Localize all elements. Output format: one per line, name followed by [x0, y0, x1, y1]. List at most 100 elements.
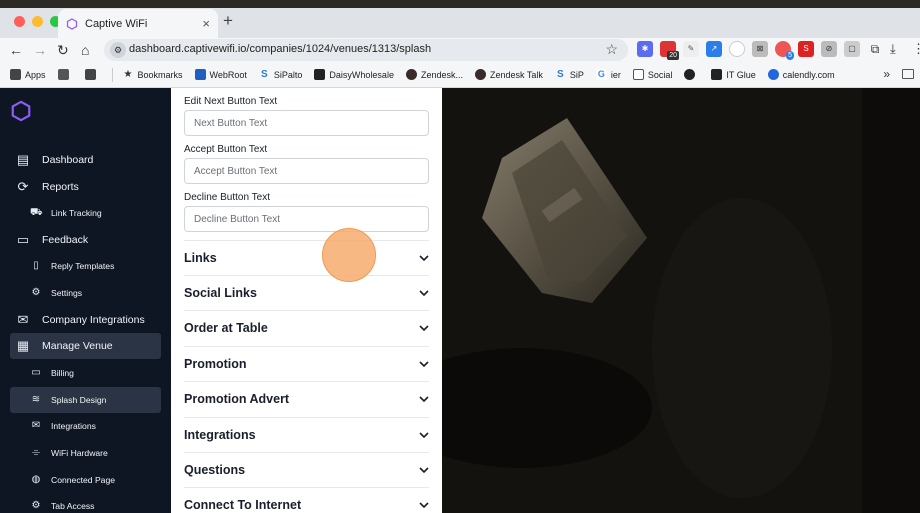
accordion-social-links[interactable]: Social Links: [184, 275, 429, 310]
sidebar-item-label: Billing: [51, 368, 74, 378]
bookmarks-overflow-icon[interactable]: »: [883, 67, 890, 81]
menu-more-icon[interactable]: ⋮: [912, 41, 920, 57]
new-tab-button[interactable]: +: [223, 12, 233, 29]
click-indicator: [322, 228, 376, 282]
bookmark-item[interactable]: [684, 69, 699, 80]
extensions-puzzle-icon[interactable]: ⧉: [867, 41, 883, 57]
extension-calendar-icon[interactable]: 20: [660, 41, 679, 60]
browser-toolbar: ← → ↻ ⌂ ⚙ dashboard.captivewifi.io/compa…: [0, 38, 920, 62]
field-label: Accept Button Text: [184, 144, 268, 155]
hexagon-logo-icon[interactable]: [10, 100, 32, 122]
sidebar-item-reports[interactable]: ⟳ Reports: [10, 174, 161, 200]
bookmark-item[interactable]: DaisyWholesale: [314, 69, 394, 80]
google-icon: G: [595, 69, 607, 80]
site-settings-icon[interactable]: ⚙: [110, 42, 126, 58]
sidebar-item-reply-templates[interactable]: ▯ Reply Templates: [10, 253, 161, 279]
sidebar-item-company-integrations[interactable]: ✉ Company Integrations: [10, 307, 161, 333]
sidebar-item-label: Splash Design: [51, 395, 107, 405]
bookmark-item[interactable]: WebRoot: [194, 69, 247, 80]
bookmark-item[interactable]: Zendesk Talk: [474, 69, 543, 80]
chevron-down-icon[interactable]: [419, 394, 429, 404]
sidebar-item-settings[interactable]: ⚙ Settings: [10, 280, 161, 306]
extension-red-icon[interactable]: 5: [775, 41, 794, 60]
bookmark-item[interactable]: IT Glue: [711, 69, 756, 80]
accordion-order-at-table[interactable]: Order at Table: [184, 310, 429, 345]
decline-button-text-input[interactable]: [184, 206, 429, 232]
chevron-down-icon[interactable]: [419, 323, 429, 333]
next-button-text-input[interactable]: [184, 110, 429, 136]
folder-icon: [632, 69, 644, 80]
back-arrow-icon[interactable]: ←: [9, 41, 23, 59]
sidebar-item-connected-page[interactable]: ◍ Connected Page: [10, 467, 161, 493]
square-icon: [57, 69, 69, 80]
bookmark-item[interactable]: S SiPalto: [259, 69, 302, 80]
accordion-promotion-advert[interactable]: Promotion Advert: [184, 381, 429, 416]
sidebar-item-billing[interactable]: ▭ Billing: [10, 360, 161, 386]
globe-icon: ◍: [31, 474, 41, 485]
extension-badge-2: 5: [786, 51, 794, 60]
sidebar-item-feedback[interactable]: ▭ Feedback: [10, 227, 161, 253]
tab-close-icon[interactable]: ×: [202, 16, 210, 31]
reload-icon[interactable]: ↻: [57, 41, 69, 59]
download-icon[interactable]: ⤓: [890, 41, 896, 57]
extension-s-icon[interactable]: S: [798, 41, 814, 57]
bookmark-item[interactable]: Zendesk...: [405, 69, 463, 80]
bookmark-item[interactable]: Apps: [10, 69, 46, 80]
accept-button-text-input[interactable]: [184, 158, 429, 184]
window-top-edge: [0, 0, 920, 8]
minimize-window-button[interactable]: [32, 16, 43, 27]
accordion-title: Connect To Internet: [184, 498, 302, 512]
extension-pen-icon[interactable]: ✎: [683, 41, 699, 57]
building-icon: ▦: [16, 338, 30, 353]
sidebar-item-label: Reply Templates: [51, 261, 115, 271]
accordion-connect-to-internet[interactable]: Connect To Internet: [184, 487, 429, 513]
address-url[interactable]: dashboard.captivewifi.io/companies/1024/…: [129, 43, 431, 55]
chevron-down-icon[interactable]: [419, 288, 429, 298]
extension-snowflake-icon[interactable]: ✱: [637, 41, 653, 57]
home-icon[interactable]: ⌂: [81, 41, 89, 59]
extensions-bar: ✱ 20 ✎ ↗ ⊠ 5 S ⊘ ▢ ⧉: [637, 41, 883, 60]
browser-tab-active[interactable]: Captive WiFi ×: [58, 9, 218, 38]
chevron-down-icon[interactable]: [419, 500, 429, 510]
bookmark-star-icon[interactable]: ☆: [605, 41, 618, 58]
wifi-icon: ≋: [31, 394, 41, 405]
bookmark-item[interactable]: calendly.com: [767, 69, 835, 80]
extension-box-icon[interactable]: ⊠: [752, 41, 768, 57]
sidebar-item-integrations[interactable]: ✉ Integrations: [10, 413, 161, 439]
sidebar-item-tab-access[interactable]: ⚙ Tab Access: [10, 493, 161, 513]
bookmark-item[interactable]: Social: [632, 69, 672, 80]
accordion-promotion[interactable]: Promotion: [184, 346, 429, 381]
extension-square-icon[interactable]: ▢: [844, 41, 860, 57]
sidebar-item-dashboard[interactable]: ▤ Dashboard: [10, 147, 161, 173]
field-label: Decline Button Text: [184, 192, 270, 203]
bookmark-item[interactable]: ★ Bookmarks: [123, 69, 183, 80]
other-bookmarks-folder-icon[interactable]: [902, 69, 914, 79]
bookmark-item[interactable]: [57, 69, 73, 80]
accordion-integrations[interactable]: Integrations: [184, 417, 429, 452]
extension-slash-icon[interactable]: ⊘: [821, 41, 837, 57]
bookmark-item[interactable]: S SiP: [555, 69, 584, 80]
preview-image: [442, 88, 920, 513]
close-window-button[interactable]: [14, 16, 25, 27]
bookmark-item[interactable]: Gier: [595, 69, 621, 80]
sidebar-item-manage-venue[interactable]: ▦ Manage Venue: [10, 333, 161, 359]
sidebar-item-splash-design[interactable]: ≋ Splash Design: [10, 387, 161, 413]
accordion-links[interactable]: Links: [184, 240, 429, 275]
tab-title: Captive WiFi: [85, 17, 148, 30]
extension-circle-icon[interactable]: [729, 41, 745, 57]
sidebar-item-link-tracking[interactable]: ⛟ Link Tracking: [10, 200, 161, 226]
address-bar[interactable]: ⚙ dashboard.captivewifi.io/companies/102…: [104, 39, 628, 61]
accordion-questions[interactable]: Questions: [184, 452, 429, 487]
chevron-down-icon[interactable]: [419, 359, 429, 369]
chevron-down-icon[interactable]: [419, 253, 429, 263]
bookmark-label: IT Glue: [726, 69, 756, 80]
chevron-down-icon[interactable]: [419, 430, 429, 440]
extension-arrow-icon[interactable]: ↗: [706, 41, 722, 57]
grid-icon: [84, 69, 96, 80]
zendesk-talk-icon: [474, 69, 486, 80]
bookmark-item[interactable]: [84, 69, 100, 80]
bookmark-label: ier: [610, 69, 621, 80]
sidebar-item-wifi-hardware[interactable]: ⌯ WiFi Hardware: [10, 440, 161, 466]
forward-arrow-icon[interactable]: →: [33, 41, 47, 59]
chevron-down-icon[interactable]: [419, 465, 429, 475]
